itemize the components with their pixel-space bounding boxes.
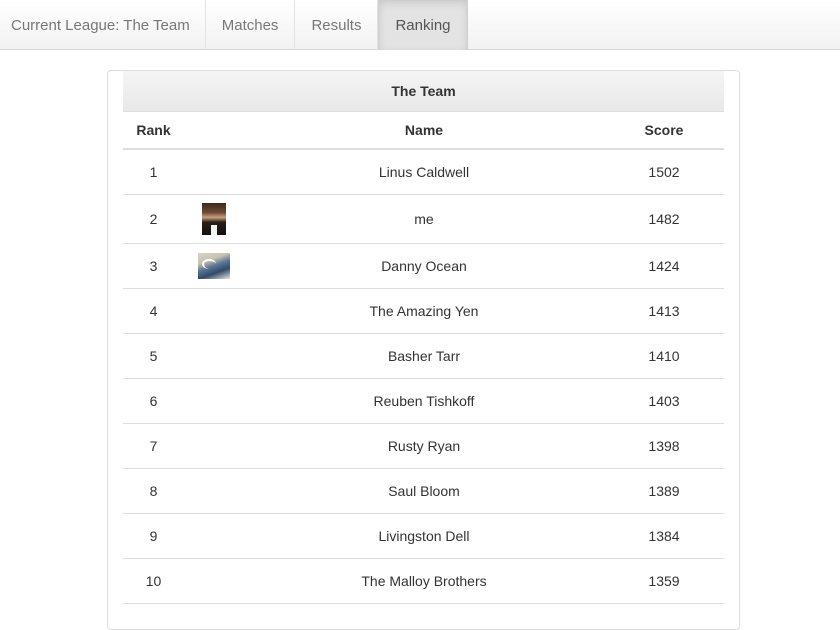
name-cell: Basher Tarr — [244, 333, 604, 379]
name-header: Name — [244, 112, 604, 150]
score-header: Score — [604, 112, 724, 150]
avatar-header — [184, 112, 244, 150]
table-row: 1 Linus Caldwell 1502 — [123, 149, 724, 195]
avatar-cell — [184, 333, 244, 379]
nav-menu: Current League: The Team Matches Results… — [0, 0, 840, 50]
score-cell: 1403 — [604, 378, 724, 424]
table-caption: The Team — [123, 71, 724, 112]
name-cell: Livingston Dell — [244, 513, 604, 559]
name-cell: Reuben Tishkoff — [244, 378, 604, 424]
rank-cell: 6 — [123, 378, 184, 424]
ranking-panel: The Team Rank Name Score 1 Linus Caldwell… — [107, 70, 740, 630]
avatar-cell — [184, 243, 244, 289]
rank-cell: 9 — [123, 513, 184, 559]
table-row: 4 The Amazing Yen 1413 — [123, 288, 724, 334]
score-cell: 1410 — [604, 333, 724, 379]
name-cell: Saul Bloom — [244, 468, 604, 514]
table-row: 5 Basher Tarr 1410 — [123, 333, 724, 379]
avatar — [202, 202, 226, 235]
score-cell: 1389 — [604, 468, 724, 514]
tab-matches[interactable]: Matches — [206, 0, 296, 50]
rank-cell: 3 — [123, 243, 184, 289]
table-row: 3 Danny Ocean 1424 — [123, 243, 724, 289]
rank-header: Rank — [123, 112, 184, 150]
score-cell: 1398 — [604, 423, 724, 469]
current-league-link[interactable]: Current League: The Team — [0, 0, 206, 50]
avatar — [198, 252, 230, 279]
table-row: 2 me 1482 — [123, 194, 724, 244]
table-row: 6 Reuben Tishkoff 1403 — [123, 378, 724, 424]
rank-cell: 10 — [123, 558, 184, 604]
table-header-row: Rank Name Score — [123, 112, 724, 150]
table-row: 7 Rusty Ryan 1398 — [123, 423, 724, 469]
ranking-rows: 1 Linus Caldwell 1502 2 me 1482 3 Danny Ocean 14… — [123, 149, 724, 604]
avatar-cell — [184, 194, 244, 244]
table-row: 9 Livingston Dell 1384 — [123, 513, 724, 559]
table-row: 10 The Malloy Brothers 1359 — [123, 558, 724, 604]
score-cell: 1384 — [604, 513, 724, 559]
rank-cell: 8 — [123, 468, 184, 514]
table-row: 8 Saul Bloom 1389 — [123, 468, 724, 514]
name-cell: Linus Caldwell — [244, 149, 604, 195]
avatar-cell — [184, 378, 244, 424]
avatar-cell — [184, 149, 244, 195]
rank-cell: 2 — [123, 194, 184, 244]
avatar-cell — [184, 468, 244, 514]
avatar-wave-crest — [202, 258, 216, 269]
name-cell: Rusty Ryan — [244, 423, 604, 469]
avatar-shirt — [211, 224, 217, 235]
name-cell: me — [244, 194, 604, 244]
rank-cell: 4 — [123, 288, 184, 334]
top-navbar: Current League: The Team Matches Results… — [0, 0, 840, 50]
avatar-cell — [184, 288, 244, 334]
tab-results[interactable]: Results — [295, 0, 379, 50]
name-cell: The Amazing Yen — [244, 288, 604, 334]
avatar-cell — [184, 423, 244, 469]
score-cell: 1359 — [604, 558, 724, 604]
tab-ranking[interactable]: Ranking — [378, 0, 468, 50]
score-cell: 1424 — [604, 243, 724, 289]
ranking-table-container: The Team Rank Name Score 1 Linus Caldwell… — [123, 71, 724, 604]
score-cell: 1502 — [604, 149, 724, 195]
score-cell: 1413 — [604, 288, 724, 334]
avatar-cell — [184, 513, 244, 559]
name-cell: The Malloy Brothers — [244, 558, 604, 604]
name-cell: Danny Ocean — [244, 243, 604, 289]
rank-cell: 5 — [123, 333, 184, 379]
score-cell: 1482 — [604, 194, 724, 244]
ranking-table: Rank Name Score 1 Linus Caldwell 1502 2 me 14… — [123, 112, 724, 604]
rank-cell: 7 — [123, 423, 184, 469]
avatar-cell — [184, 558, 244, 604]
rank-cell: 1 — [123, 149, 184, 195]
